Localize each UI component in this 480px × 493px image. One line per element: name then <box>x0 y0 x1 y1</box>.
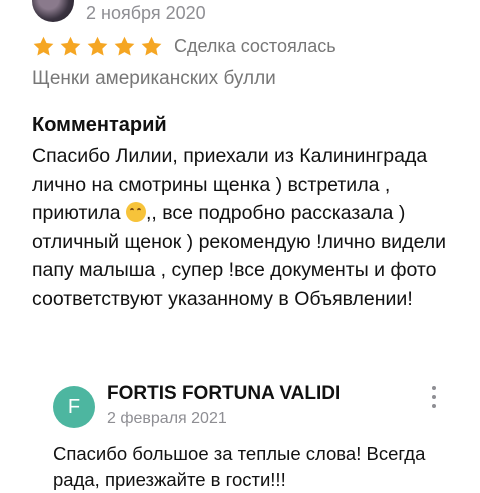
star-icon <box>113 35 136 58</box>
comment-text: Спасибо Лилии, приехали из Калининграда … <box>32 142 452 313</box>
review-date: 2 ноября 2020 <box>86 3 206 23</box>
rating-row: Сделка состоялась <box>32 33 336 59</box>
star-icon <box>140 35 163 58</box>
more-options-icon[interactable] <box>424 384 444 410</box>
reply-text: Спасибо большое за теплые слова! Всегда … <box>53 443 426 490</box>
star-icon <box>32 35 55 58</box>
deal-status: Сделка состоялась <box>174 35 336 56</box>
comment-heading: Комментарий <box>32 114 167 136</box>
listing-title[interactable]: Щенки американских булли <box>32 68 276 90</box>
reply-avatar[interactable]: F <box>53 386 95 428</box>
reply-author-name[interactable]: FORTIS FORTUNA VALIDI <box>107 383 340 405</box>
reply-date: 2 февраля 2021 <box>107 410 227 427</box>
reviewer-avatar[interactable] <box>32 0 74 22</box>
star-icon <box>86 35 109 58</box>
star-icon <box>59 35 82 58</box>
hugging-face-emoji-icon <box>125 202 146 222</box>
